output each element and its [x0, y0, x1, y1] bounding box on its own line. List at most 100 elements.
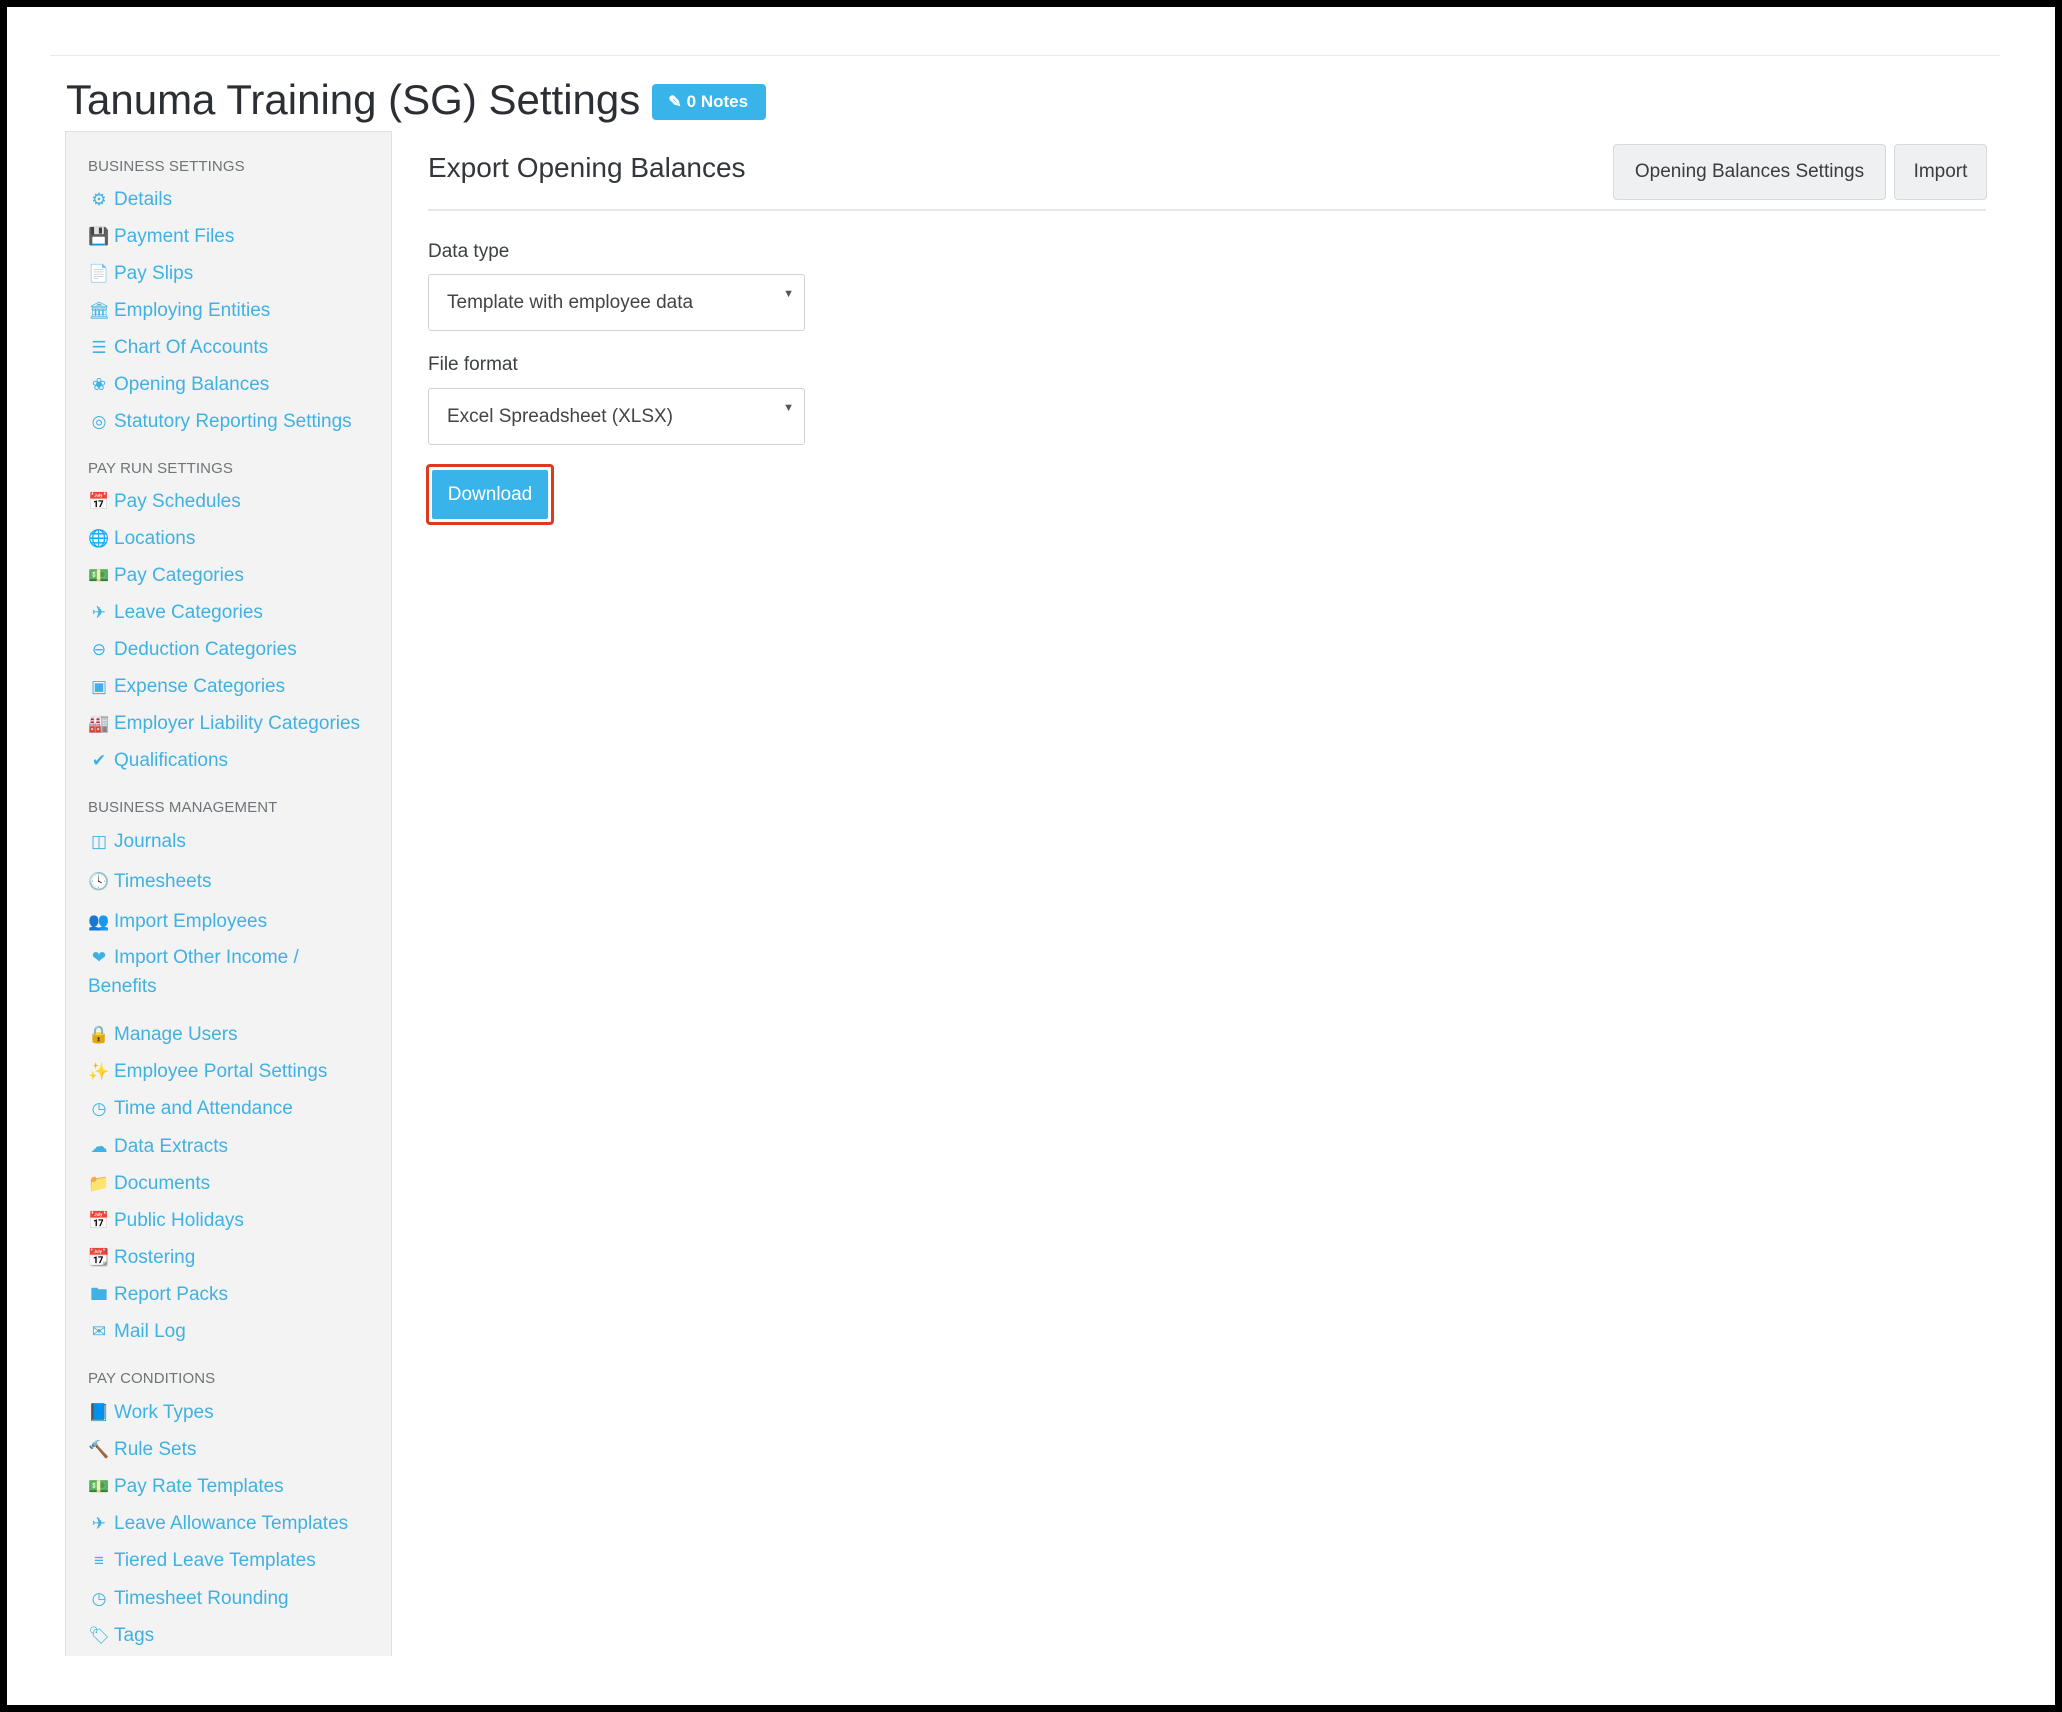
download-button[interactable]: Download [432, 470, 548, 519]
sidebar-item-pay-categories[interactable]: 💵 Pay Categories [88, 565, 244, 587]
opening-balances-settings-button[interactable]: Opening Balances Settings [1613, 144, 1886, 200]
lock-icon: 🔒 [88, 1025, 110, 1044]
sidebar-item-deduction-categories[interactable]: ⊖ Deduction Categories [88, 639, 297, 661]
cloud-download-icon: ☁ [90, 1137, 108, 1156]
sidebar-item-employee-portal[interactable]: ✨ Employee Portal Settings [88, 1061, 327, 1083]
edit-icon: ✎ [668, 94, 682, 111]
sidebar-item-timesheet-rounding[interactable]: ◷ Timesheet Rounding [88, 1588, 289, 1610]
sidebar-item-public-holidays[interactable]: 📅 Public Holidays [88, 1210, 244, 1232]
lifebuoy-icon: ◎ [91, 412, 107, 431]
sidebar-item-journals[interactable]: ◫ Journals [88, 831, 186, 853]
sidebar-item-manage-users[interactable]: 🔒 Manage Users [88, 1024, 237, 1046]
sidebar-item-employing-entities[interactable]: 🏛 Employing Entities [88, 300, 270, 322]
sidebar-item-label: Pay Slips [114, 263, 194, 284]
import-button[interactable]: Import [1894, 144, 1987, 200]
download-highlight: Download [426, 464, 554, 525]
notes-button[interactable]: ✎ 0 Notes [652, 84, 767, 120]
sidebar-item-tiered-leave[interactable]: ≡ Tiered Leave Templates [88, 1550, 316, 1572]
envelope-icon: ✉ [91, 1322, 107, 1341]
sidebar-item-import-other-income[interactable]: ❤ Import Other Income / Benefits [88, 943, 358, 1001]
group-pay-conditions: PAY CONDITIONS [88, 1370, 216, 1387]
money-icon: 💵 [88, 1477, 110, 1496]
gear-icon: ⚙ [91, 190, 107, 209]
list-icon: ☰ [91, 338, 107, 357]
file-format-label: File format [428, 354, 518, 375]
sidebar-item-rostering[interactable]: 📆 Rostering [88, 1247, 195, 1269]
tag-icon: 🏷 [88, 1626, 110, 1645]
sidebar-item-employer-liability[interactable]: 🏭 Employer Liability Categories [88, 713, 360, 735]
sidebar-item-label: Details [114, 189, 173, 210]
sidebar-item-report-packs[interactable]: 🖿 Report Packs [88, 1284, 229, 1306]
page-header: Tanuma Training (SG) Settings ✎ 0 Notes [66, 70, 767, 130]
sidebar-item-data-extracts[interactable]: ☁ Data Extracts [88, 1136, 229, 1158]
save-icon: 💾 [88, 227, 110, 246]
sidebar-item-documents[interactable]: 📁 Documents [88, 1173, 210, 1195]
sidebar-item-label: Timesheet Rounding [114, 1588, 289, 1609]
sidebar-item-label: Work Types [114, 1402, 214, 1423]
sidebar-item-import-employees[interactable]: 👥 Import Employees [88, 911, 267, 933]
sidebar-item-label: Expense Categories [114, 676, 286, 697]
sidebar-item-label: Pay Rate Templates [114, 1476, 284, 1497]
sidebar-item-label: Deduction Categories [114, 639, 297, 660]
sidebar-item-label: Leave Allowance Templates [114, 1513, 349, 1534]
sidebar-item-label: Report Packs [114, 1284, 229, 1305]
sidebar-item-pay-slips[interactable]: 📄 Pay Slips [88, 263, 193, 285]
hand-heart-icon: ❤ [91, 948, 107, 967]
sidebar-item-label: Qualifications [114, 750, 229, 771]
people-icon: 👥 [88, 912, 110, 931]
magic-wand-icon: ✨ [88, 1062, 110, 1081]
sidebar-item-label: Journals [114, 831, 186, 852]
sidebar-item-label: Import Other Income / Benefits [88, 947, 299, 997]
folder-icon: 📁 [88, 1174, 110, 1193]
sidebar-item-rule-sets[interactable]: 🔨 Rule Sets [88, 1439, 196, 1461]
sidebar-item-label: Pay Schedules [114, 491, 241, 512]
sidebar-item-label: Employing Entities [114, 300, 271, 321]
sidebar-item-leave-categories[interactable]: ✈ Leave Categories [88, 602, 263, 624]
sidebar-item-label: Locations [114, 528, 196, 549]
calendar-icon: 📅 [88, 1211, 110, 1230]
sidebar-item-leave-allowance[interactable]: ✈ Leave Allowance Templates [88, 1513, 348, 1535]
sidebar-item-opening-balances[interactable]: ❀ Opening Balances [88, 374, 269, 396]
sidebar-item-time-attendance[interactable]: ◷ Time and Attendance [88, 1098, 293, 1120]
sidebar-item-details[interactable]: ⚙ Details [88, 189, 172, 211]
data-type-select[interactable]: Template with employee data ▼ [428, 274, 805, 331]
plane-icon: ✈ [91, 603, 107, 622]
file-format-select[interactable]: Excel Spreadsheet (XLSX) ▼ [428, 388, 805, 445]
sidebar-item-label: Pay Categories [114, 565, 244, 586]
clock-icon: 🕓 [88, 872, 110, 891]
sidebar-item-label: Documents [114, 1173, 211, 1194]
bank-icon: 🏛 [88, 301, 110, 320]
sidebar-item-label: Rule Sets [114, 1439, 197, 1460]
sidebar-item-label: Tags [114, 1625, 155, 1646]
sidebar-item-mail-log[interactable]: ✉ Mail Log [88, 1321, 186, 1343]
sidebar-item-locations[interactable]: 🌐 Locations [88, 528, 195, 550]
sidebar-item-payment-files[interactable]: 💾 Payment Files [88, 226, 234, 248]
group-pay-run-settings: PAY RUN SETTINGS [88, 460, 233, 477]
sidebar-item-chart-of-accounts[interactable]: ☰ Chart Of Accounts [88, 337, 268, 359]
sidebar-item-statutory-reporting[interactable]: ◎ Statutory Reporting Settings [88, 411, 352, 433]
leaf-icon: ❀ [91, 375, 107, 394]
check-icon: ✔ [91, 751, 107, 770]
sidebar-item-work-types[interactable]: 📘 Work Types [88, 1402, 214, 1424]
sidebar-item-label: Data Extracts [114, 1136, 229, 1157]
sidebar-item-pay-rate-templates[interactable]: 💵 Pay Rate Templates [88, 1476, 284, 1498]
columns-icon: ◫ [90, 832, 108, 851]
sidebar-item-timesheets[interactable]: 🕓 Timesheets [88, 871, 211, 893]
user-clock-icon: ◷ [91, 1099, 107, 1118]
data-type-label: Data type [428, 241, 510, 262]
sidebar-item-expense-categories[interactable]: ▣ Expense Categories [88, 676, 285, 698]
calendar-icon: 📅 [88, 492, 110, 511]
gavel-icon: 🔨 [88, 1440, 110, 1459]
notes-label: 0 Notes [686, 92, 749, 111]
caret-down-icon: ▼ [783, 288, 794, 300]
folder-outline-icon: 🖿 [90, 1285, 108, 1304]
sidebar-item-pay-schedules[interactable]: 📅 Pay Schedules [88, 491, 241, 513]
page-title: Tanuma Training (SG) Settings [66, 76, 641, 123]
sidebar-item-qualifications[interactable]: ✔ Qualifications [88, 750, 228, 772]
group-business-management: BUSINESS MANAGEMENT [88, 799, 278, 816]
sidebar-item-label: Leave Categories [114, 602, 263, 623]
sidebar-item-tags[interactable]: 🏷 Tags [88, 1625, 154, 1647]
calendar-grid-icon: 📆 [88, 1248, 110, 1267]
globe-icon: 🌐 [88, 529, 110, 548]
minus-circle-icon: ⊖ [91, 640, 107, 659]
